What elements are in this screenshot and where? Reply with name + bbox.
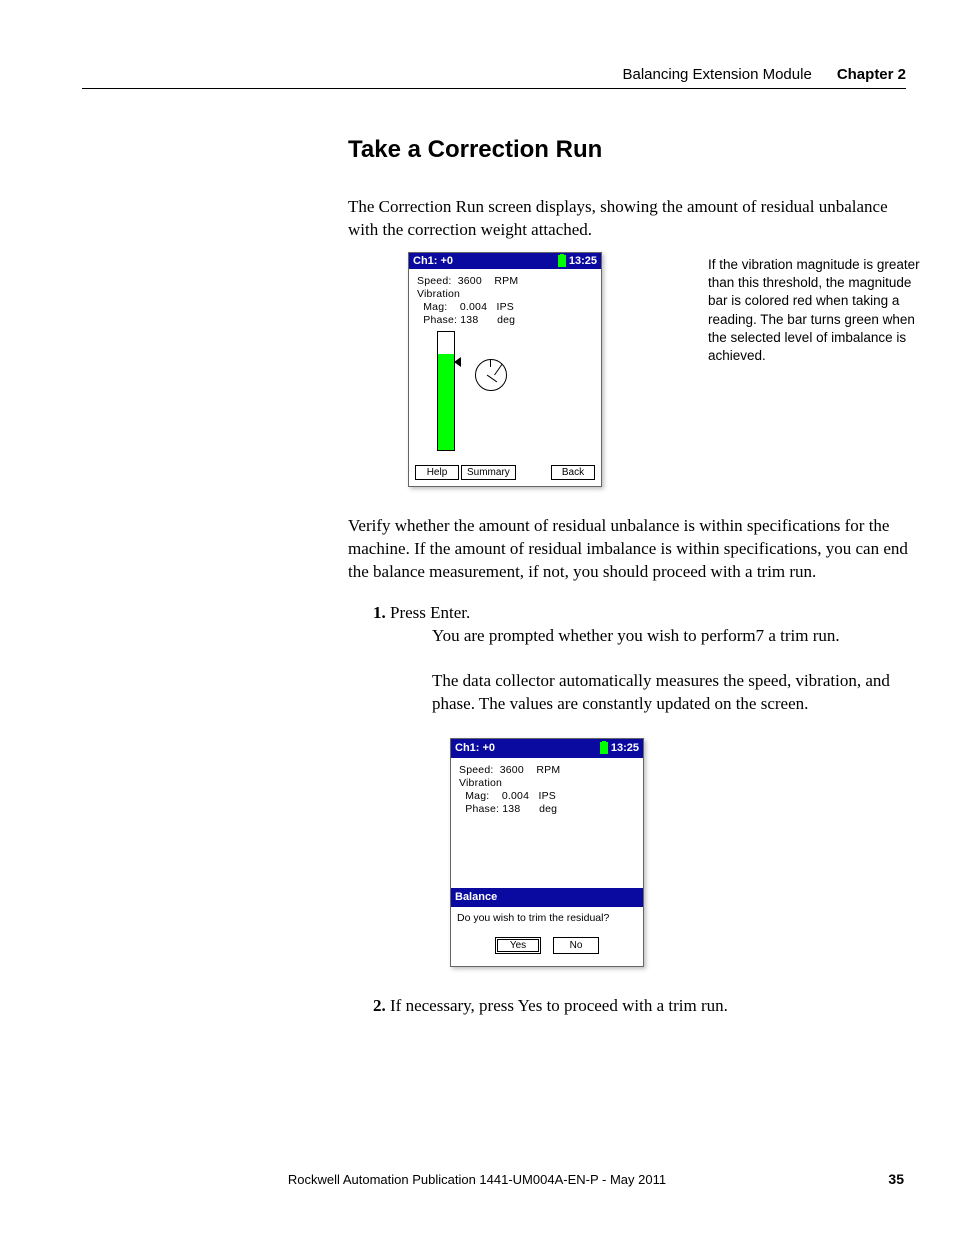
channel-label-2: Ch1: +0: [455, 741, 495, 756]
device-titlebar: Ch1: +0 13:25: [409, 253, 601, 269]
magnitude-bar-empty: [437, 331, 455, 354]
step-2: If necessary, press Yes to proceed with …: [390, 995, 908, 1018]
verify-paragraph: Verify whether the amount of residual un…: [348, 515, 908, 584]
summary-button[interactable]: Summary: [461, 465, 516, 480]
step-1-text: Press Enter.: [390, 603, 470, 622]
device-button-row: Help Summary Back: [409, 461, 601, 486]
phase-line: Phase: 138 deg: [417, 314, 593, 327]
device-content-2: Speed: 3600 RPM Vibration Mag: 0.004 IPS…: [451, 758, 643, 888]
step-list: Press Enter. You are prompted whether yo…: [348, 602, 908, 1018]
device-screenshot-2: Ch1: +0 13:25 Speed: 3600 RPM Vibration …: [450, 738, 644, 967]
help-button[interactable]: Help: [415, 465, 459, 480]
time-label: 13:25: [569, 255, 597, 267]
device-screenshot-1: Ch1: +0 13:25 Speed: 3600 RPM Vibration …: [408, 252, 602, 488]
device-titlebar-2: Ch1: +0 13:25: [451, 739, 643, 758]
header-section: Balancing Extension Module: [623, 66, 812, 83]
readouts-2: Speed: 3600 RPM Vibration Mag: 0.004 IPS…: [459, 764, 635, 817]
speed-line-2: Speed: 3600 RPM: [459, 764, 635, 777]
figure-2-row: Ch1: +0 13:25 Speed: 3600 RPM Vibration …: [450, 738, 908, 967]
battery-icon-2: [600, 742, 608, 754]
vibration-line: Vibration: [417, 288, 593, 301]
threshold-pointer-icon: [454, 357, 461, 367]
mag-line-2: Mag: 0.004 IPS: [459, 790, 635, 803]
intro-paragraph: The Correction Run screen displays, show…: [348, 196, 908, 242]
step-1-sub2: The data collector automatically measure…: [432, 670, 908, 716]
clock-area-2: 13:25: [600, 741, 639, 756]
dialog-titlebar: Balance: [451, 888, 643, 907]
clock-area: 13:25: [558, 255, 597, 267]
phase-line-2: Phase: 138 deg: [459, 803, 635, 816]
no-button[interactable]: No: [553, 937, 599, 955]
readouts: Speed: 3600 RPM Vibration Mag: 0.004 IPS…: [417, 275, 593, 328]
channel-label: Ch1: +0: [413, 255, 453, 267]
yes-button[interactable]: Yes: [495, 937, 541, 955]
time-label-2: 13:25: [611, 741, 639, 756]
back-button[interactable]: Back: [551, 465, 595, 480]
callout-text: If the vibration magnitude is greater th…: [708, 256, 920, 365]
footer-publication: Rockwell Automation Publication 1441-UM0…: [0, 1172, 954, 1187]
device-content: Speed: 3600 RPM Vibration Mag: 0.004 IPS…: [409, 269, 601, 462]
mag-line: Mag: 0.004 IPS: [417, 301, 593, 314]
section-heading: Take a Correction Run: [348, 136, 908, 164]
header-chapter: Chapter 2: [837, 66, 906, 83]
page-number: 35: [888, 1171, 904, 1187]
step-2-text: If necessary, press Yes to proceed with …: [390, 996, 728, 1015]
step-1-sub1: You are prompted whether you wish to per…: [432, 625, 908, 648]
vibration-line-2: Vibration: [459, 777, 635, 790]
battery-icon: [558, 255, 566, 267]
speed-line: Speed: 3600 RPM: [417, 275, 593, 288]
step-1: Press Enter. You are prompted whether yo…: [390, 602, 908, 967]
dialog-question: Do you wish to trim the residual?: [451, 907, 643, 927]
graphic-area: [417, 327, 593, 457]
page-header: Balancing Extension Module Chapter 2: [82, 66, 906, 89]
dialog-button-row: Yes No: [451, 927, 643, 967]
figure-1-row: Ch1: +0 13:25 Speed: 3600 RPM Vibration …: [408, 252, 908, 488]
phase-dial-icon: [475, 359, 507, 391]
